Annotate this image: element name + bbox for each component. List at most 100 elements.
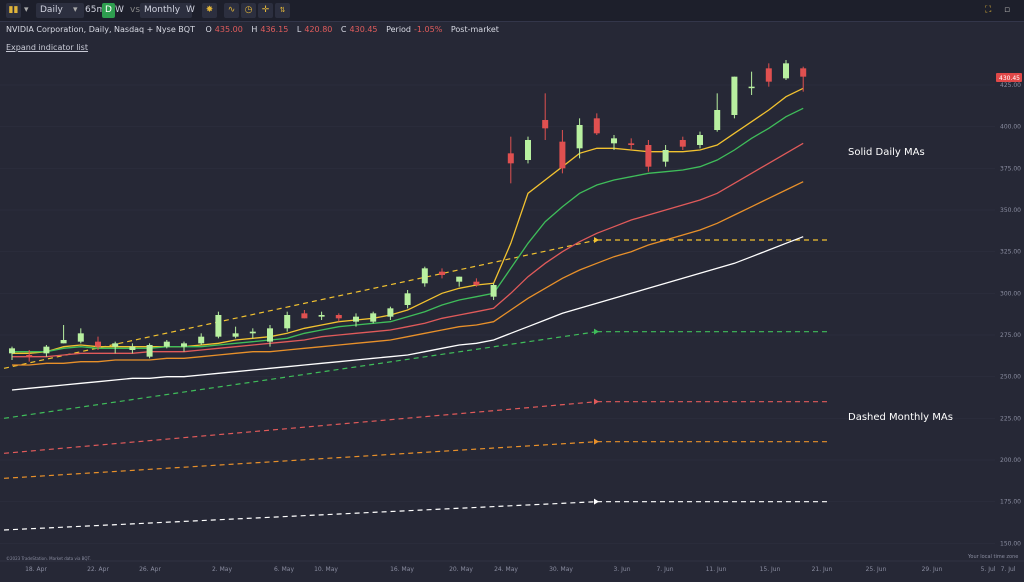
annotation-solid-daily: Solid Daily MAs [848, 147, 925, 158]
candle [77, 328, 84, 344]
candle-body [662, 150, 669, 162]
y-tick-label: 400.00 [1000, 124, 1021, 131]
y-axis: 150.00 175.00 200.00 225.00 250.00 275.00 300.… [1000, 82, 1021, 547]
solid-daily-mas [11, 87, 804, 391]
x-tick-label: 6. May [274, 566, 294, 573]
candle [370, 311, 377, 324]
timezone-label: Your local time zone [967, 554, 1018, 560]
candle-body [95, 341, 101, 347]
candle [215, 311, 222, 339]
candle-body [387, 308, 394, 317]
candle-body [576, 125, 583, 149]
candle-body [112, 343, 119, 347]
candle-body [559, 141, 566, 169]
candle-body [748, 86, 755, 89]
last-price-value: 430.45 [999, 75, 1020, 82]
candle [318, 311, 325, 320]
y-tick-label: 250.00 [1000, 374, 1021, 381]
x-tick-label: 30. May [549, 566, 573, 573]
x-tick-label: 11. Jun [706, 566, 727, 573]
monthly-ma-marker [594, 237, 599, 243]
dashed-monthly-mas [3, 237, 830, 531]
x-tick-label: 18. Apr [25, 566, 47, 573]
candle-body [525, 140, 531, 160]
candle [387, 306, 394, 320]
x-tick-label: 15. Jun [760, 566, 781, 573]
candle [679, 136, 686, 150]
candle [249, 328, 256, 339]
candle [181, 341, 187, 352]
candle-body [628, 143, 635, 145]
candle-body [335, 315, 342, 319]
candle-body [370, 313, 377, 322]
candle [748, 71, 755, 95]
candle-body [353, 316, 359, 322]
y-tick-label: 300.00 [1000, 290, 1021, 297]
candle [129, 343, 136, 354]
x-tick-label: 5. Jul [981, 566, 996, 573]
candle [9, 346, 15, 360]
candle [800, 66, 807, 92]
candle-body [163, 341, 170, 347]
candle-body [301, 313, 308, 319]
y-tick-label: 150.00 [1000, 540, 1021, 547]
candle [697, 131, 703, 149]
candle-body [593, 118, 600, 134]
candle [542, 93, 549, 140]
candle-body [731, 76, 738, 115]
annotation-dashed-monthly: Dashed Monthly MAs [848, 412, 953, 423]
y-tick-label: 175.00 [1000, 499, 1021, 506]
monthly-ma-line [3, 401, 598, 454]
monthly-ma-marker [594, 328, 599, 335]
x-tick-label: 21. Jun [812, 566, 833, 573]
x-axis: 18. Apr 22. Apr 26. Apr 2. May 6. May 10. May… [0, 560, 1024, 573]
candle-body [714, 110, 721, 130]
candle [593, 113, 600, 135]
x-tick-label: 26. Apr [139, 566, 161, 573]
y-tick-label: 425.00 [1000, 82, 1021, 89]
x-tick-label: 29. Jun [922, 566, 943, 573]
y-tick-label: 350.00 [1000, 207, 1021, 214]
candle-body [611, 138, 617, 144]
x-tick-label: 22. Apr [87, 566, 109, 573]
candle [60, 325, 67, 344]
grid [0, 84, 995, 544]
candle-body [697, 135, 703, 145]
candle-body [232, 333, 239, 337]
candle-body [215, 315, 222, 337]
price-chart[interactable]: 150.00 175.00 200.00 225.00 250.00 275.00 300.… [0, 0, 1024, 582]
x-tick-label: 7. Jul [1001, 566, 1016, 573]
candle-body [765, 68, 772, 82]
x-tick-label: 7. Jun [656, 566, 673, 573]
candle-body [249, 331, 256, 334]
last-price-tag: 430.45 [996, 73, 1022, 82]
candle [421, 266, 428, 287]
candle-body [318, 315, 325, 317]
candle [783, 60, 789, 80]
candle-body [404, 293, 411, 305]
daily-ma-line [12, 181, 804, 366]
y-tick-label: 275.00 [1000, 332, 1021, 339]
candle [232, 326, 239, 339]
candle-body [800, 68, 807, 77]
candle [628, 138, 635, 150]
candle [645, 140, 652, 172]
candle [507, 136, 514, 184]
candle [765, 63, 772, 87]
candle-body [645, 145, 652, 167]
candle [284, 311, 291, 332]
monthly-ma-line [3, 331, 598, 419]
candle-body [146, 345, 153, 357]
candle [456, 276, 463, 287]
candle [559, 130, 566, 174]
candle-body [473, 281, 480, 285]
daily-ma-line [11, 236, 804, 391]
y-tick-label: 200.00 [1000, 457, 1021, 464]
candle-body [490, 285, 497, 297]
daily-ma-line [12, 142, 804, 358]
candle [43, 345, 50, 357]
candle-body [679, 140, 686, 147]
y-tick-label: 375.00 [1000, 165, 1021, 172]
candle-body [43, 346, 50, 354]
x-tick-label: 25. Jun [866, 566, 887, 573]
